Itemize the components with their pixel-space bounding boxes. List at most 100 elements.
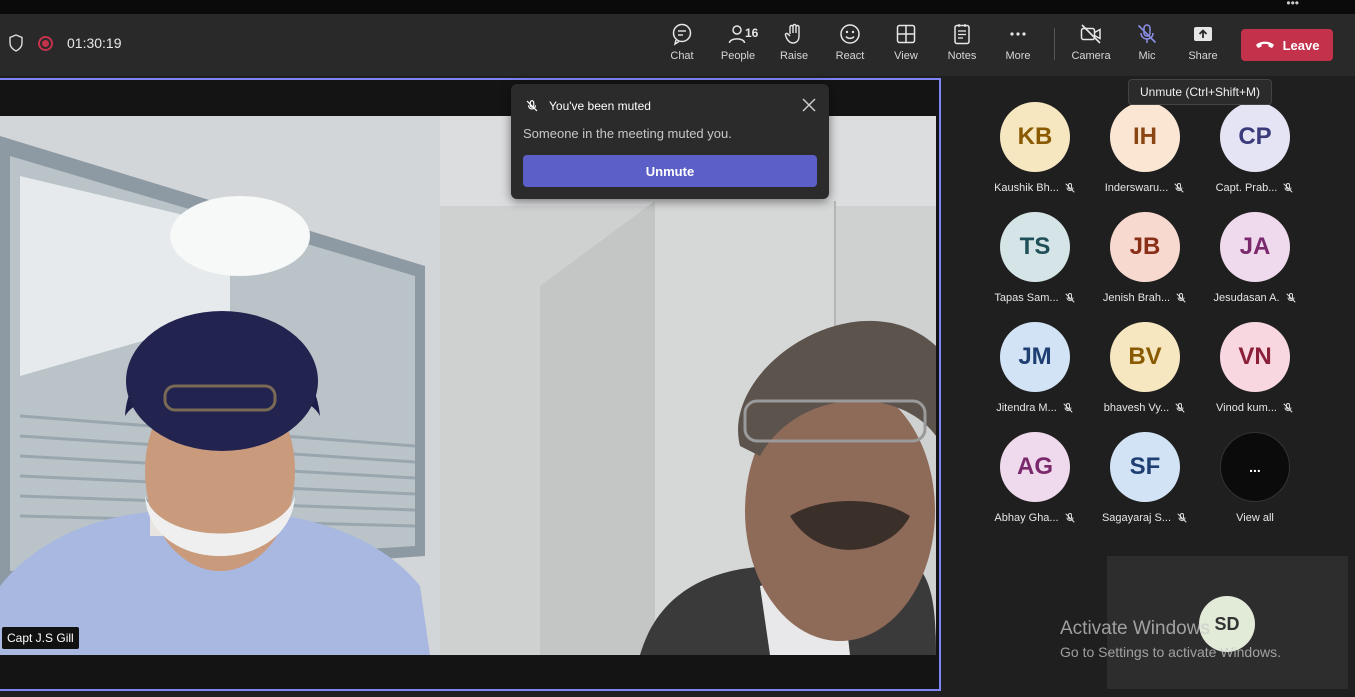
leave-label: Leave (1282, 37, 1320, 53)
hand-icon (784, 23, 800, 44)
participant-name: bhavesh Vy... (1103, 402, 1170, 414)
title-strip: ••• (0, 0, 1355, 14)
participant-tile[interactable]: AG Abhay Gha... (980, 432, 1090, 524)
react-button[interactable]: React (822, 22, 878, 70)
participant-name: Kaushik Bh... (994, 182, 1059, 194)
mic-off-icon (1285, 293, 1296, 303)
more-options-icon[interactable]: ••• (1286, 0, 1299, 10)
watermark-subtitle: Go to Settings to activate Windows. (1060, 644, 1281, 660)
notes-icon (954, 24, 970, 45)
avatar: JM (1000, 322, 1070, 392)
activation-watermark: Activate Windows Go to Settings to activ… (1060, 618, 1281, 660)
mic-off-icon (1175, 403, 1185, 413)
more-participants-icon: ... (1220, 432, 1290, 502)
people-button[interactable]: 16 People (710, 22, 766, 70)
react-label: React (835, 50, 865, 62)
mic-off-icon (1137, 24, 1157, 44)
participant-tile[interactable]: VN Vinod kum... (1200, 322, 1310, 414)
mic-off-icon (1064, 513, 1075, 523)
participant-tile[interactable]: SF Sagayaraj S... (1090, 432, 1200, 524)
toolbar-divider (1054, 28, 1055, 60)
smiley-icon (840, 24, 860, 44)
meeting-toolbar: 01:30:19 Chat 16 People Raise React View… (0, 14, 1355, 76)
participant-name: Capt. Prab... (1215, 182, 1278, 194)
people-label: People (720, 50, 756, 62)
avatar: IH (1110, 102, 1180, 172)
shield-icon[interactable] (8, 34, 24, 52)
notification-title: You've been muted (549, 99, 651, 113)
avatar: KB (1000, 102, 1070, 172)
elapsed-time: 01:30:19 (67, 35, 122, 51)
close-icon[interactable] (801, 97, 817, 113)
camera-off-icon (1080, 24, 1101, 44)
participant-tile[interactable]: TS Tapas Sam... (980, 212, 1090, 304)
mic-off-icon (1064, 293, 1075, 303)
muted-notification: You've been muted Someone in the meeting… (511, 84, 829, 199)
notes-label: Notes (947, 50, 977, 62)
participant-name: Abhay Gha... (994, 512, 1059, 524)
share-icon (1194, 27, 1212, 41)
mic-label: Mic (1138, 50, 1156, 62)
notification-header: You've been muted (525, 98, 651, 114)
meeting-info: 01:30:19 (8, 34, 122, 52)
notification-message: Someone in the meeting muted you. (523, 126, 732, 141)
unmute-button[interactable]: Unmute (523, 155, 817, 187)
participant-tile[interactable]: JA Jesudasan A. (1200, 212, 1310, 304)
participant-name: Tapas Sam... (994, 292, 1059, 304)
people-count: 16 (745, 26, 759, 40)
avatar: SF (1110, 432, 1180, 502)
participant-tile[interactable]: IH Inderswaru... (1090, 102, 1200, 194)
participant-name: Jitendra M... (996, 402, 1057, 414)
mic-button[interactable]: Mic (1119, 22, 1175, 70)
avatar: CP (1220, 102, 1290, 172)
view-button[interactable]: View (878, 22, 934, 70)
watermark-title: Activate Windows (1060, 618, 1210, 639)
chat-icon (672, 23, 692, 46)
camera-button[interactable]: Camera (1063, 22, 1119, 70)
grid-view-icon (896, 24, 916, 44)
more-label: More (1005, 50, 1031, 62)
mic-off-icon (526, 100, 538, 112)
participant-name: Inderswaru... (1104, 182, 1169, 194)
avatar: JB (1110, 212, 1180, 282)
participant-tile[interactable]: BV bhavesh Vy... (1090, 322, 1200, 414)
leave-button[interactable]: Leave (1241, 29, 1333, 61)
phone-hangup-icon (1255, 41, 1274, 48)
share-label: Share (1188, 50, 1218, 62)
mic-off-icon (1065, 183, 1075, 193)
more-icon (1010, 32, 1026, 36)
view-all-button[interactable]: ... View all (1200, 432, 1310, 524)
participant-tile[interactable]: KB Kaushik Bh... (980, 102, 1090, 194)
participant-name: Jenish Brah... (1102, 292, 1171, 304)
view-label: View (894, 50, 918, 62)
recording-icon (38, 35, 53, 51)
chat-button[interactable]: Chat (654, 22, 710, 70)
avatar: AG (1000, 432, 1070, 502)
raise-hand-button[interactable]: Raise (766, 22, 822, 70)
share-button[interactable]: Share (1175, 22, 1231, 70)
avatar: BV (1110, 322, 1180, 392)
participant-name: Vinod kum... (1216, 402, 1277, 414)
avatar: TS (1000, 212, 1070, 282)
speaker-name-tag: Capt J.S Gill (2, 627, 79, 649)
participant-tile[interactable]: JM Jitendra M... (980, 322, 1090, 414)
chat-label: Chat (670, 50, 694, 62)
raise-label: Raise (779, 50, 809, 62)
participant-tile[interactable]: JB Jenish Brah... (1090, 212, 1200, 304)
avatar: VN (1220, 322, 1290, 392)
more-button[interactable]: More (990, 22, 1046, 70)
camera-label: Camera (1071, 50, 1111, 62)
notes-button[interactable]: Notes (934, 22, 990, 70)
mic-off-icon (1063, 403, 1073, 413)
mic-off-icon (1283, 403, 1293, 413)
mic-off-icon (1176, 293, 1186, 303)
mic-off-icon (1177, 513, 1187, 523)
avatar: JA (1220, 212, 1290, 282)
view-all-label: View all (1236, 512, 1274, 524)
participant-tile[interactable]: CP Capt. Prab... (1200, 102, 1310, 194)
mic-tooltip: Unmute (Ctrl+Shift+M) (1128, 79, 1272, 105)
mic-off-icon (1174, 183, 1184, 193)
participant-name: Jesudasan A. (1213, 292, 1280, 304)
mic-off-icon (1283, 183, 1294, 193)
participant-name: Sagayaraj S... (1101, 512, 1172, 524)
